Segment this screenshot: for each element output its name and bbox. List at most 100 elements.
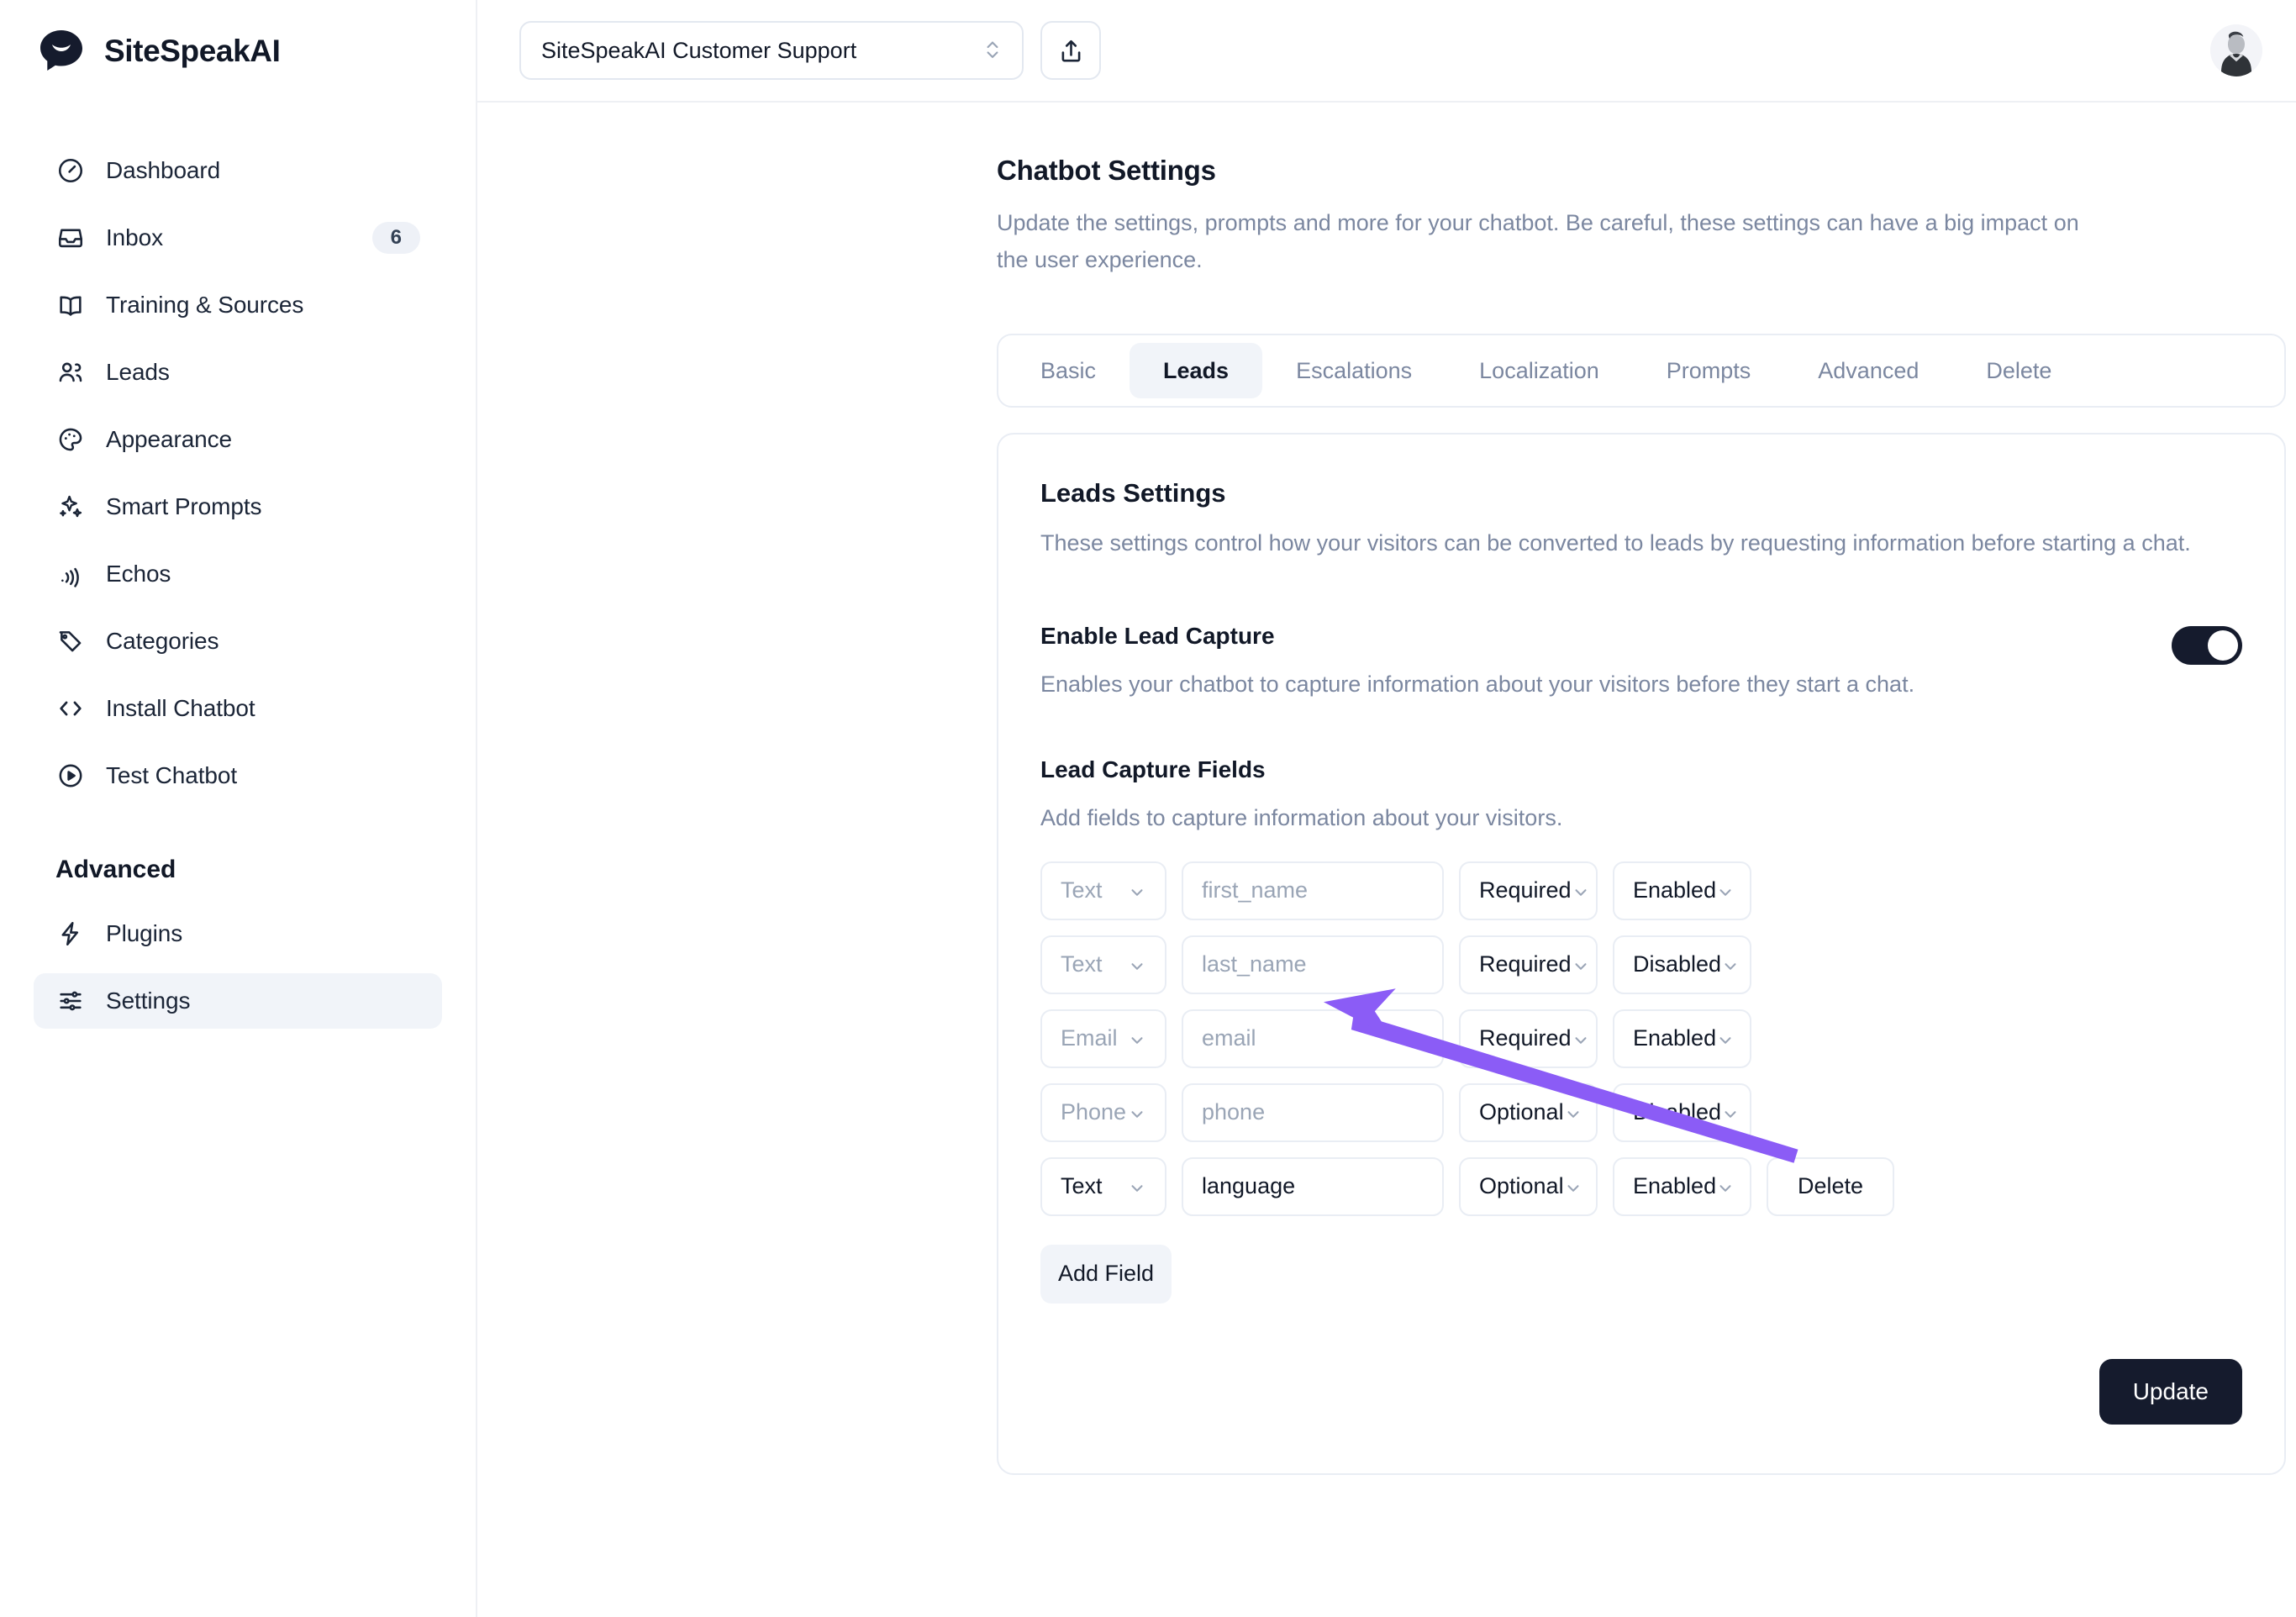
- avatar[interactable]: [2210, 24, 2262, 76]
- add-field-button[interactable]: Add Field: [1040, 1244, 1172, 1304]
- sidebar-item-categories[interactable]: Categories: [34, 614, 442, 669]
- update-button[interactable]: Update: [2099, 1358, 2242, 1425]
- chevron-down-icon: [1128, 1177, 1146, 1196]
- brand[interactable]: SiteSpeakAI: [34, 0, 442, 103]
- sidebar-item-label: Categories: [106, 628, 219, 654]
- delete-field-button[interactable]: Delete: [1767, 1156, 1894, 1216]
- field-requirement-select[interactable]: Optional: [1459, 1082, 1598, 1142]
- sidebar-item-install-chatbot[interactable]: Install Chatbot: [34, 681, 442, 736]
- field-name-input[interactable]: email: [1182, 1009, 1444, 1068]
- palette-icon: [55, 424, 86, 455]
- bolt-icon: [55, 919, 86, 949]
- chevron-down-icon: [1572, 1030, 1590, 1048]
- tab-leads[interactable]: Leads: [1130, 343, 1263, 399]
- chevron-down-icon: [1716, 1177, 1735, 1196]
- field-name-input[interactable]: language: [1182, 1156, 1444, 1216]
- chevron-down-icon: [1564, 1103, 1582, 1122]
- field-status-select[interactable]: Disabled: [1613, 1082, 1751, 1142]
- field-status-select[interactable]: Enabled: [1613, 861, 1751, 920]
- field-status-value: Disabled: [1633, 1099, 1722, 1125]
- field-type-select[interactable]: Text: [1040, 935, 1166, 994]
- enable-lead-capture-description: Enables your chatbot to capture informat…: [1040, 671, 1915, 697]
- field-status-value: Enabled: [1633, 877, 1717, 903]
- field-requirement-value: Required: [1479, 1025, 1572, 1051]
- chevron-down-icon: [1128, 1030, 1146, 1048]
- page-description: Update the settings, prompts and more fo…: [997, 210, 2079, 272]
- field-name-input[interactable]: first_name: [1182, 861, 1444, 920]
- main-area: SiteSpeakAI Customer Support Chatbot Set…: [477, 0, 2296, 1617]
- field-type-select[interactable]: Text: [1040, 1156, 1166, 1216]
- sidebar-item-plugins[interactable]: Plugins: [34, 906, 442, 961]
- field-name-input[interactable]: last_name: [1182, 935, 1444, 994]
- enable-lead-capture-toggle[interactable]: [2172, 625, 2242, 665]
- sidebar-item-settings[interactable]: Settings: [34, 973, 442, 1029]
- sidebar-item-label: Leads: [106, 359, 170, 385]
- lead-field-row: Text first_name Required Enabled: [1040, 861, 2242, 920]
- chatbot-selector-value: SiteSpeakAI Customer Support: [541, 37, 857, 63]
- field-name-value: phone: [1202, 1099, 1266, 1125]
- field-type-value: Email: [1061, 1025, 1118, 1051]
- field-type-select[interactable]: Email: [1040, 1009, 1166, 1068]
- sidebar-item-inbox[interactable]: Inbox 6: [34, 210, 442, 266]
- field-status-select[interactable]: Enabled: [1613, 1156, 1751, 1216]
- sidebar-item-leads[interactable]: Leads: [34, 345, 442, 400]
- leads-settings-description: These settings control how your visitors…: [1040, 530, 2191, 556]
- field-requirement-value: Optional: [1479, 1099, 1564, 1125]
- field-name-value: email: [1202, 1025, 1256, 1051]
- sidebar-item-training-sources[interactable]: Training & Sources: [34, 277, 442, 333]
- chevron-down-icon: [1721, 956, 1740, 974]
- chevron-down-icon: [1128, 956, 1146, 974]
- sidebar-item-label: Test Chatbot: [106, 762, 237, 788]
- lead-capture-fields-title: Lead Capture Fields: [1040, 756, 1266, 782]
- sidebar-item-smart-prompts[interactable]: Smart Prompts: [34, 479, 442, 535]
- users-icon: [55, 357, 86, 387]
- field-type-value: Text: [1061, 1173, 1103, 1199]
- tab-prompts[interactable]: Prompts: [1633, 343, 1785, 398]
- field-type-select[interactable]: Text: [1040, 861, 1166, 920]
- lead-capture-fields-list: Text first_name Required Enabled Text la…: [1040, 861, 2242, 1216]
- user-avatar-photo: [2210, 24, 2262, 76]
- field-name-value: last_name: [1202, 951, 1307, 977]
- inbox-icon: [55, 223, 86, 253]
- tab-localization[interactable]: Localization: [1446, 343, 1633, 398]
- sidebar: SiteSpeakAI Dashboard Inbox 6 Training &…: [0, 0, 477, 1617]
- field-type-select[interactable]: Phone: [1040, 1082, 1166, 1142]
- chevron-down-icon: [1128, 1103, 1146, 1122]
- share-button[interactable]: [1040, 21, 1101, 80]
- sidebar-item-dashboard[interactable]: Dashboard: [34, 143, 442, 198]
- card-footer: Update: [1040, 1358, 2242, 1425]
- field-requirement-select[interactable]: Optional: [1459, 1156, 1598, 1216]
- lead-field-row: Text language Optional Enabled Delete: [1040, 1156, 2242, 1216]
- sidebar-item-label: Training & Sources: [106, 292, 304, 318]
- tab-basic[interactable]: Basic: [1007, 343, 1130, 398]
- tab-advanced[interactable]: Advanced: [1784, 343, 1952, 398]
- chatbot-selector[interactable]: SiteSpeakAI Customer Support: [519, 21, 1024, 80]
- sidebar-item-appearance[interactable]: Appearance: [34, 412, 442, 467]
- field-type-value: Text: [1061, 877, 1103, 903]
- field-type-value: Text: [1061, 951, 1103, 977]
- tab-escalations[interactable]: Escalations: [1262, 343, 1446, 398]
- page-content: Chatbot Settings Update the settings, pr…: [477, 103, 2296, 1475]
- sidebar-section-advanced: Advanced: [55, 856, 176, 883]
- field-type-value: Phone: [1061, 1099, 1127, 1125]
- sidebar-item-label: Plugins: [106, 920, 183, 946]
- field-status-select[interactable]: Enabled: [1613, 1009, 1751, 1068]
- sidebar-item-test-chatbot[interactable]: Test Chatbot: [34, 748, 442, 803]
- lead-field-row: Phone phone Optional Disabled: [1040, 1082, 2242, 1142]
- field-requirement-select[interactable]: Required: [1459, 861, 1598, 920]
- sidebar-item-label: Settings: [106, 988, 191, 1014]
- app-root: SiteSpeakAI Dashboard Inbox 6 Training &…: [0, 0, 2296, 1617]
- sidebar-item-label: Smart Prompts: [106, 493, 262, 519]
- field-name-input[interactable]: phone: [1182, 1082, 1444, 1142]
- field-requirement-value: Required: [1479, 877, 1572, 903]
- sidebar-item-echos[interactable]: Echos: [34, 546, 442, 602]
- chevron-up-down-icon: [982, 36, 1003, 65]
- tab-delete[interactable]: Delete: [1952, 343, 2085, 398]
- field-status-select[interactable]: Disabled: [1613, 935, 1751, 994]
- share-upload-icon: [1061, 40, 1080, 61]
- field-requirement-select[interactable]: Required: [1459, 935, 1598, 994]
- play-circle-icon: [55, 761, 86, 791]
- field-status-value: Enabled: [1633, 1025, 1717, 1051]
- inbox-badge: 6: [371, 222, 420, 254]
- field-requirement-select[interactable]: Required: [1459, 1009, 1598, 1068]
